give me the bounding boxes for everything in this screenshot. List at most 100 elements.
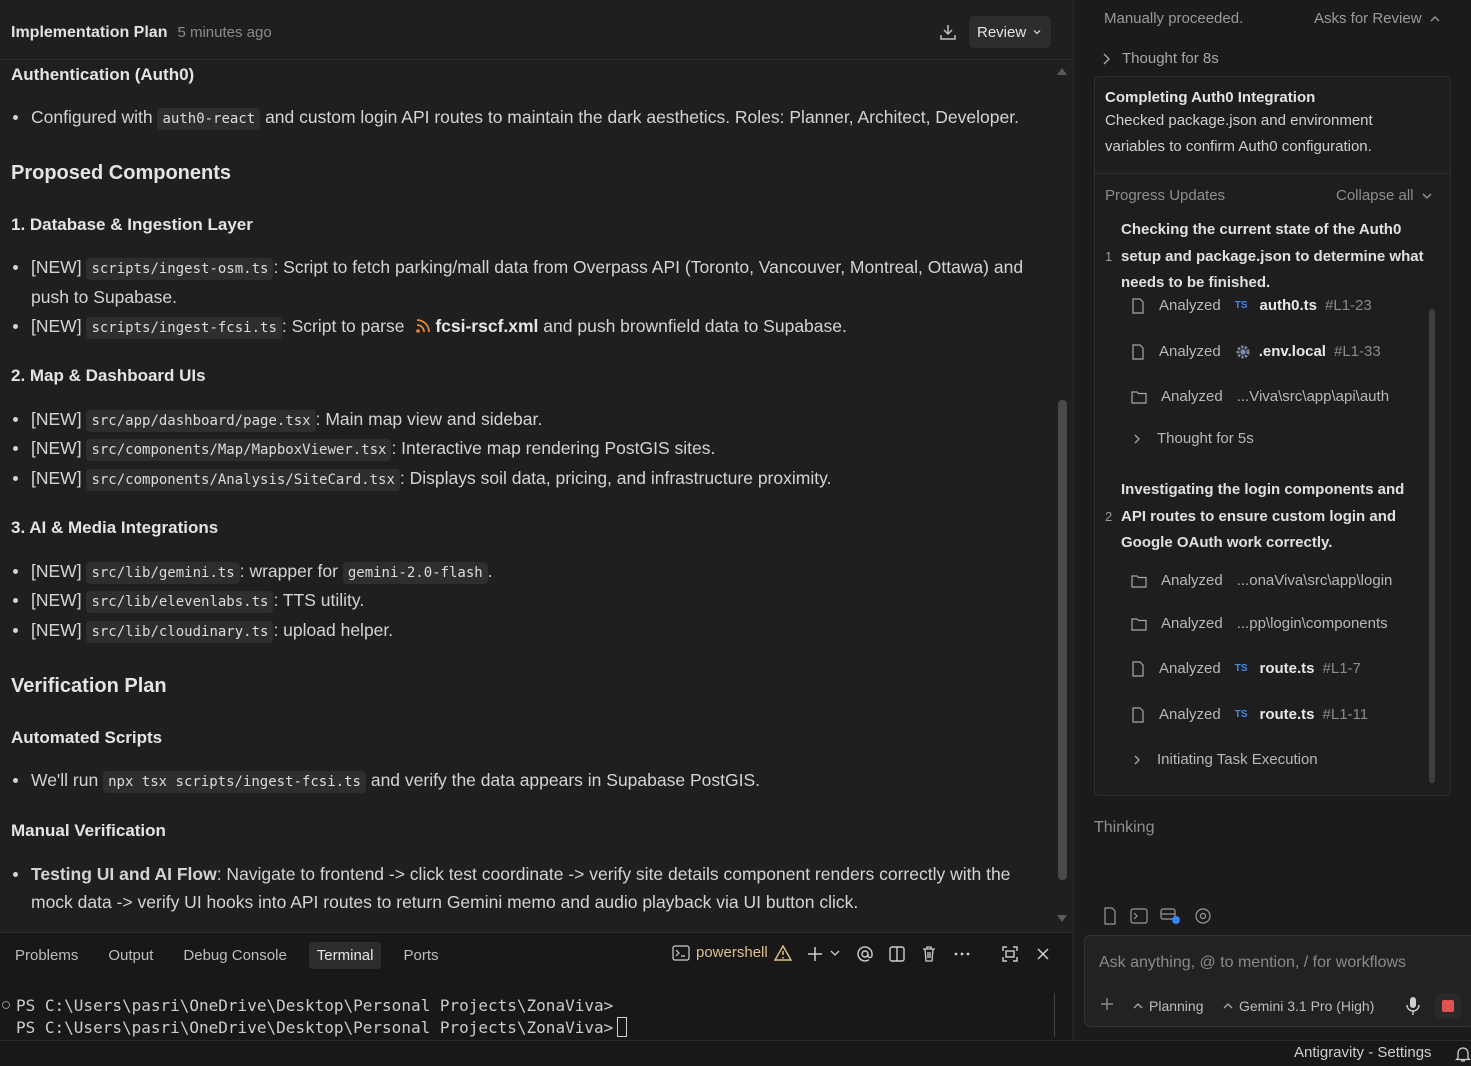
database-icon[interactable] xyxy=(1160,907,1182,925)
list-item: We'll run npx tsx scripts/ingest-fcsi.ts… xyxy=(11,766,1041,796)
tab-problems[interactable]: Problems xyxy=(7,942,86,969)
shell-name: powershell xyxy=(696,944,768,961)
terminal-scrollbar[interactable] xyxy=(1054,993,1055,1037)
globe-icon[interactable] xyxy=(1194,907,1212,925)
terminal-output[interactable]: PS C:\Users\pasri\OneDrive\Desktop\Perso… xyxy=(16,995,628,1039)
heading-database-layer: 1. Database & Ingestion Layer xyxy=(11,215,253,234)
progress-row[interactable]: Analyzed TS auth0.ts #L1-23 xyxy=(1131,297,1372,314)
chevron-right-icon xyxy=(1131,433,1143,445)
list-item: [NEW] src/components/Analysis/SiteCard.t… xyxy=(11,464,1041,494)
folder-icon xyxy=(1131,574,1147,588)
inline-code: auth0-react xyxy=(157,108,261,130)
context-icons xyxy=(1102,907,1212,925)
inline-code: src/components/Map/MapboxViewer.tsx xyxy=(86,439,392,461)
stop-generation-button[interactable] xyxy=(1435,993,1461,1019)
folder-icon xyxy=(1131,390,1147,404)
shell-selector[interactable]: powershell xyxy=(672,944,792,961)
inline-code: src/components/Analysis/SiteCard.tsx xyxy=(86,469,400,491)
typescript-icon: TS xyxy=(1234,709,1248,720)
tab-terminal[interactable]: Terminal xyxy=(308,941,382,969)
collapse-all-button[interactable]: Collapse all xyxy=(1336,187,1432,204)
progress-updates-header: Progress Updates Collapse all xyxy=(1105,187,1438,204)
editor-scrollbar-thumb[interactable] xyxy=(1058,400,1067,880)
agent-status-row: Manually proceeded. Asks for Review xyxy=(1104,10,1444,27)
scroll-up-arrow-icon[interactable] xyxy=(1056,66,1068,76)
heading-ai-media: 3. AI & Media Integrations xyxy=(11,518,219,537)
document-title: Implementation Plan xyxy=(11,23,168,41)
step-number: 2 xyxy=(1105,509,1113,524)
chevron-down-icon[interactable] xyxy=(830,948,840,958)
file-icon xyxy=(1131,660,1145,677)
status-bar: Antigravity - Settings xyxy=(0,1040,1471,1066)
terminal-status-dot xyxy=(2,1001,10,1009)
microphone-icon[interactable] xyxy=(1405,996,1421,1016)
card-scrollbar[interactable] xyxy=(1429,309,1435,783)
download-icon[interactable] xyxy=(938,22,960,44)
tab-ports[interactable]: Ports xyxy=(395,942,446,969)
bottom-panel: Problems Output Debug Console Terminal P… xyxy=(0,932,1072,1040)
stop-icon xyxy=(1442,1000,1454,1012)
asks-for-review-toggle[interactable]: Asks for Review xyxy=(1314,10,1440,27)
file-icon xyxy=(1131,343,1145,360)
task-description: Checked package.json and environment var… xyxy=(1105,112,1373,155)
inline-code: src/lib/gemini.ts xyxy=(86,562,240,584)
new-terminal-plus-icon[interactable] xyxy=(806,945,824,963)
inline-code: npx tsx scripts/ingest-fcsi.ts xyxy=(103,771,366,793)
review-button[interactable]: Review xyxy=(969,16,1051,48)
editor-header: Implementation Plan 5 minutes ago Review xyxy=(0,6,1072,60)
settings-status-item[interactable]: Antigravity - Settings xyxy=(1294,1044,1432,1061)
heading-map-dashboard: 2. Map & Dashboard UIs xyxy=(11,366,206,385)
scroll-down-arrow-icon[interactable] xyxy=(1056,914,1068,924)
tab-debug-console[interactable]: Debug Console xyxy=(175,942,294,969)
progress-row[interactable]: Analyzed TS route.ts #L1-11 xyxy=(1131,706,1368,723)
mode-selector[interactable]: Planning xyxy=(1133,998,1204,1014)
inline-code: src/lib/elevenlabs.ts xyxy=(86,591,274,613)
typescript-icon: TS xyxy=(1234,300,1248,311)
list-item: [NEW] src/lib/cloudinary.ts: upload help… xyxy=(11,616,1041,646)
terminal-cursor xyxy=(617,1017,628,1037)
close-panel-icon[interactable] xyxy=(1035,945,1051,963)
terminal-icon[interactable] xyxy=(1130,908,1148,924)
model-selector[interactable]: Gemini 3.1 Pro (High) xyxy=(1223,998,1374,1014)
terminal-line: PS C:\Users\pasri\OneDrive\Desktop\Perso… xyxy=(16,1017,628,1039)
trash-icon[interactable] xyxy=(920,945,938,963)
list-item: [NEW] scripts/ingest-fcsi.ts: Script to … xyxy=(11,312,1041,342)
progress-label: Progress Updates xyxy=(1105,187,1226,204)
chevron-down-icon xyxy=(1422,191,1432,201)
chat-input-box[interactable]: Ask anything, @ to mention, / for workfl… xyxy=(1084,935,1471,1027)
tab-output[interactable]: Output xyxy=(100,942,161,969)
split-terminal-icon[interactable] xyxy=(888,945,906,963)
heading-automated-scripts: Automated Scripts xyxy=(11,728,163,747)
thought-toggle[interactable]: Thought for 5s xyxy=(1131,430,1260,447)
file-link[interactable]: fcsi-rscf.xml xyxy=(435,316,538,336)
at-mention-icon[interactable] xyxy=(856,945,874,963)
gear-icon xyxy=(1235,344,1251,360)
chat-input-placeholder: Ask anything, @ to mention, / for workfl… xyxy=(1099,954,1407,971)
document-timestamp: 5 minutes ago xyxy=(177,24,272,41)
heading-verification-plan: Verification Plan xyxy=(11,675,167,697)
heading-proposed-components: Proposed Components xyxy=(11,162,232,184)
terminal-icon xyxy=(672,944,690,961)
chevron-up-icon xyxy=(1223,1001,1233,1011)
bell-icon[interactable] xyxy=(1455,1045,1471,1063)
terminal-line: PS C:\Users\pasri\OneDrive\Desktop\Perso… xyxy=(16,996,614,1015)
file-icon[interactable] xyxy=(1102,907,1118,925)
thought-toggle[interactable]: Thought for 8s xyxy=(1102,50,1219,67)
review-button-label: Review xyxy=(977,23,1027,41)
thought-toggle[interactable]: Initiating Task Execution xyxy=(1131,751,1324,768)
progress-row[interactable]: Analyzed ...onaViva\src\app\login xyxy=(1131,572,1392,589)
divider xyxy=(1095,173,1450,174)
maximize-panel-icon[interactable] xyxy=(1001,945,1019,963)
add-context-plus-icon[interactable] xyxy=(1099,996,1115,1012)
more-actions-icon[interactable] xyxy=(953,945,971,963)
progress-row[interactable]: Analyzed .env.local #L1-33 xyxy=(1131,343,1381,360)
progress-row[interactable]: Analyzed TS route.ts #L1-7 xyxy=(1131,660,1361,677)
list-item: [NEW] src/lib/gemini.ts: wrapper for gem… xyxy=(11,557,1041,587)
list-item: [NEW] src/app/dashboard/page.tsx: Main m… xyxy=(11,405,1041,435)
inline-code: scripts/ingest-fcsi.ts xyxy=(86,317,282,339)
progress-row[interactable]: Analyzed ...pp\login\components xyxy=(1131,615,1388,632)
progress-row[interactable]: Analyzed ...Viva\src\app\api\auth xyxy=(1131,388,1389,405)
chevron-up-icon xyxy=(1430,14,1440,24)
inline-code: src/lib/cloudinary.ts xyxy=(86,621,274,643)
task-card-header: Completing Auth0 Integration Checked pac… xyxy=(1105,89,1435,160)
